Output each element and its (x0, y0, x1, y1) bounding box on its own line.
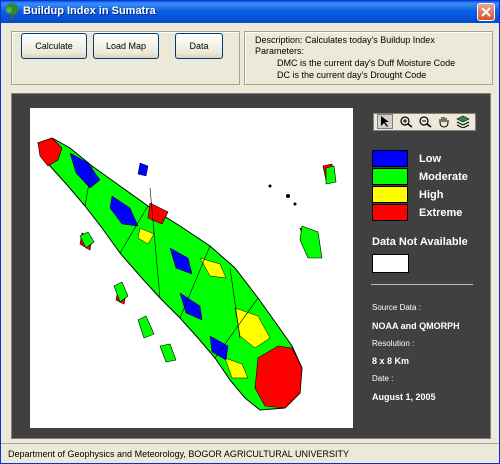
status-text: Department of Geophysics and Meteorology… (8, 449, 349, 459)
source-value: NOAA and QMORPH (372, 321, 460, 331)
calculate-button[interactable]: Calculate (21, 33, 87, 59)
title-bar[interactable]: Buildup Index in Sumatra (1, 1, 499, 23)
legend-swatch-moderate (372, 168, 408, 185)
date-label: Date : (372, 374, 394, 383)
status-bar: Department of Geophysics and Meteorology… (1, 443, 499, 463)
resolution-label: Resolution : (372, 339, 415, 348)
dc-description: DC is the current day's Drought Code (277, 70, 427, 80)
legend-swatch-high (372, 186, 408, 203)
close-icon (481, 7, 491, 17)
date-value: August 1, 2005 (372, 392, 436, 402)
na-swatch (372, 254, 409, 273)
app-window: Buildup Index in Sumatra Calculate Load … (0, 0, 500, 464)
tree-icon (6, 3, 18, 20)
close-button[interactable] (477, 3, 495, 21)
divider (371, 284, 473, 285)
description-text: Description: Calculates today's Buildup … (255, 35, 435, 45)
sumatra-map[interactable] (30, 108, 353, 428)
zoom-out-icon[interactable] (417, 114, 433, 129)
na-label: Data Not Available (372, 236, 468, 248)
parameters-label: Parameters: (255, 46, 305, 56)
zoom-in-icon[interactable] (398, 114, 414, 129)
dmc-description: DMC is the current day's Duff Moisture C… (277, 58, 456, 68)
resolution-value: 8 x 8 Km (372, 356, 410, 366)
legend-swatch-extreme (372, 204, 408, 221)
pointer-tool-icon[interactable] (377, 114, 393, 129)
load-map-button[interactable]: Load Map (93, 33, 159, 59)
legend-label-low: Low (419, 153, 441, 165)
legend-label-extreme: Extreme (419, 207, 463, 219)
legend-label-high: High (419, 189, 444, 201)
pan-hand-icon[interactable] (436, 114, 452, 129)
legend-swatch-low (372, 150, 408, 167)
data-button[interactable]: Data (175, 33, 223, 59)
layers-icon[interactable] (455, 114, 471, 129)
source-label: Source Data : (372, 303, 421, 312)
map-graphic (37, 137, 337, 411)
window-title: Buildup Index in Sumatra (23, 5, 156, 17)
legend-label-moderate: Moderate (419, 171, 468, 183)
